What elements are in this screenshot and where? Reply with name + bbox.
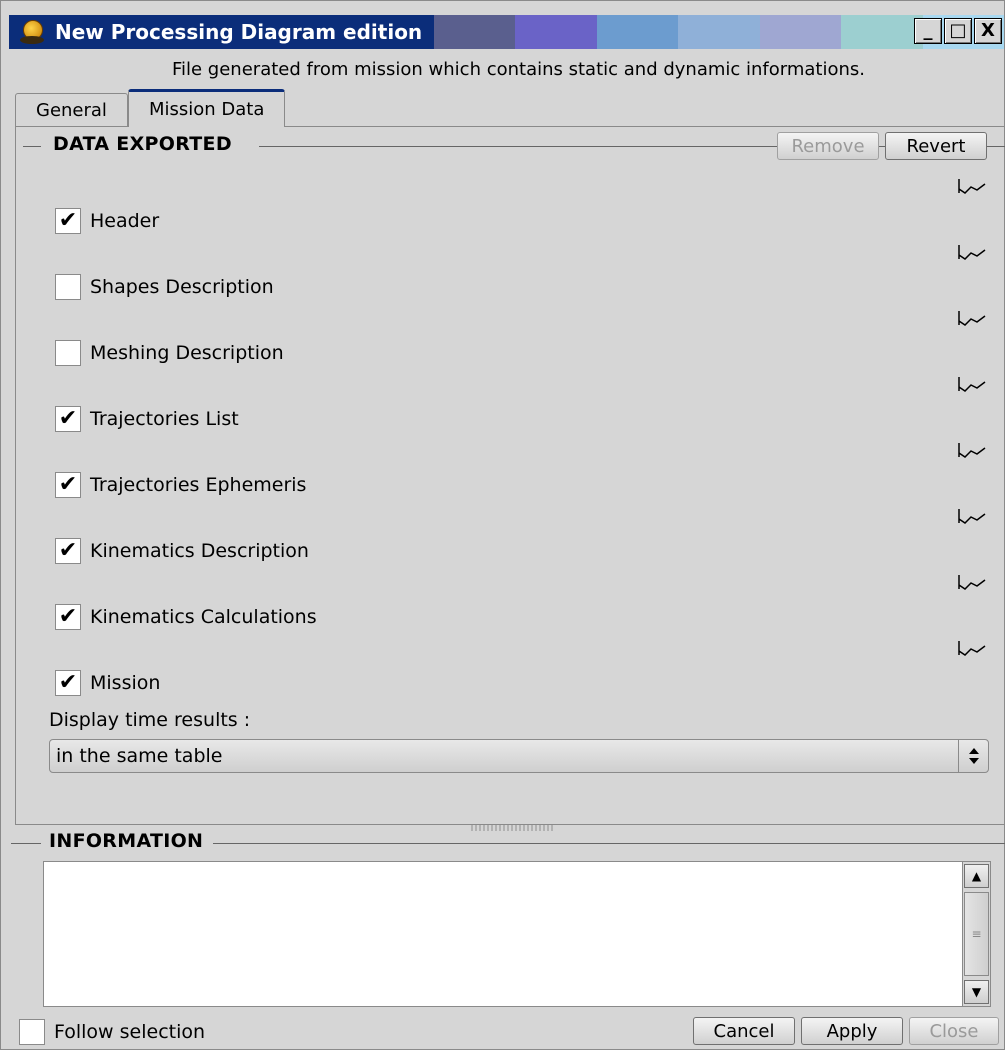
list-item[interactable]: Meshing Description (55, 338, 284, 368)
sparkline-icon[interactable] (956, 639, 988, 657)
list-item[interactable]: ✔ Header (55, 206, 159, 236)
title-color-segment (678, 15, 760, 49)
cancel-button[interactable]: Cancel (693, 1017, 795, 1045)
list-item[interactable]: ✔ Trajectories Ephemeris (55, 470, 306, 500)
tab-bar: General Mission Data (15, 89, 286, 127)
display-time-value: in the same table (56, 745, 223, 767)
sparkline-icon[interactable] (956, 441, 988, 459)
title-color-segment (515, 15, 597, 49)
apply-button[interactable]: Apply (801, 1017, 903, 1045)
close-window-button[interactable]: X (974, 18, 1002, 44)
sparkline-icon[interactable] (956, 573, 988, 591)
information-textarea[interactable]: ▲ ≡ ▼ (43, 861, 991, 1007)
tab-mission-data[interactable]: Mission Data (127, 89, 286, 127)
section-line (213, 843, 1005, 844)
data-exported-title: DATA EXPORTED (45, 133, 240, 155)
list-item[interactable]: ✔ Kinematics Description (55, 536, 309, 566)
display-time-label: Display time results : (49, 709, 251, 731)
checkbox[interactable]: ✔ (55, 538, 81, 564)
scroll-up-icon[interactable]: ▲ (964, 864, 989, 888)
scrollbar-thumb[interactable]: ≡ (964, 892, 989, 976)
title-color-segment (841, 15, 923, 49)
dialog-description: File generated from mission which contai… (171, 59, 866, 80)
sparkline-icon[interactable] (956, 309, 988, 327)
window-title: New Processing Diagram edition (55, 20, 423, 44)
follow-selection-checkbox[interactable] (19, 1019, 45, 1045)
tab-general[interactable]: General (15, 93, 128, 127)
sparkline-icon[interactable] (956, 243, 988, 261)
checkbox-label: Trajectories List (90, 408, 239, 430)
scroll-down-icon[interactable]: ▼ (964, 980, 989, 1004)
section-line (23, 146, 41, 147)
title-color-segment (759, 15, 842, 49)
follow-selection-row[interactable]: Follow selection (19, 1019, 205, 1045)
checkbox[interactable]: ✔ (55, 208, 81, 234)
checkbox-label: Shapes Description (90, 276, 274, 298)
checkbox[interactable]: ✔ (55, 604, 81, 630)
up-down-arrows-icon[interactable] (958, 740, 988, 772)
list-item[interactable]: ✔ Kinematics Calculations (55, 602, 317, 632)
sparkline-icon[interactable] (956, 507, 988, 525)
vertical-scrollbar[interactable]: ▲ ≡ ▼ (962, 862, 990, 1006)
sparkline-icon[interactable] (956, 177, 988, 195)
remove-button[interactable]: Remove (777, 132, 879, 160)
information-title: INFORMATION (41, 830, 212, 852)
checkbox-label: Header (90, 210, 160, 232)
splitter-handle[interactable] (471, 825, 553, 831)
title-bar-left: New Processing Diagram edition (9, 15, 434, 49)
maximize-button[interactable]: □ (944, 18, 972, 44)
follow-selection-label: Follow selection (54, 1021, 206, 1043)
checkbox[interactable] (55, 274, 81, 300)
section-line (987, 146, 1005, 147)
checkbox-label: Meshing Description (90, 342, 284, 364)
display-time-select[interactable]: in the same table (49, 739, 989, 773)
minimize-button[interactable]: _ (914, 18, 942, 44)
dialog-window: New Processing Diagram edition _ □ X Fil… (0, 0, 1005, 1050)
checkbox-label: Mission (90, 672, 161, 694)
list-item[interactable]: ✔ Mission (55, 668, 160, 698)
sparkline-icon[interactable] (956, 375, 988, 393)
app-icon (17, 18, 49, 46)
checkbox[interactable] (55, 340, 81, 366)
checkbox-label: Trajectories Ephemeris (90, 474, 307, 496)
section-line (11, 843, 41, 844)
list-item[interactable]: Shapes Description (55, 272, 274, 302)
section-line (259, 146, 777, 147)
title-color-segment (434, 15, 516, 49)
title-bar[interactable]: New Processing Diagram edition _ □ X (9, 15, 1004, 49)
checkbox[interactable]: ✔ (55, 670, 81, 696)
list-item[interactable]: ✔ Trajectories List (55, 404, 239, 434)
title-color-segment (596, 15, 679, 49)
checkbox[interactable]: ✔ (55, 472, 81, 498)
checkbox-label: Kinematics Calculations (90, 606, 317, 628)
revert-button[interactable]: Revert (885, 132, 987, 160)
close-button[interactable]: Close (909, 1017, 999, 1045)
checkbox[interactable]: ✔ (55, 406, 81, 432)
checkbox-label: Kinematics Description (90, 540, 309, 562)
